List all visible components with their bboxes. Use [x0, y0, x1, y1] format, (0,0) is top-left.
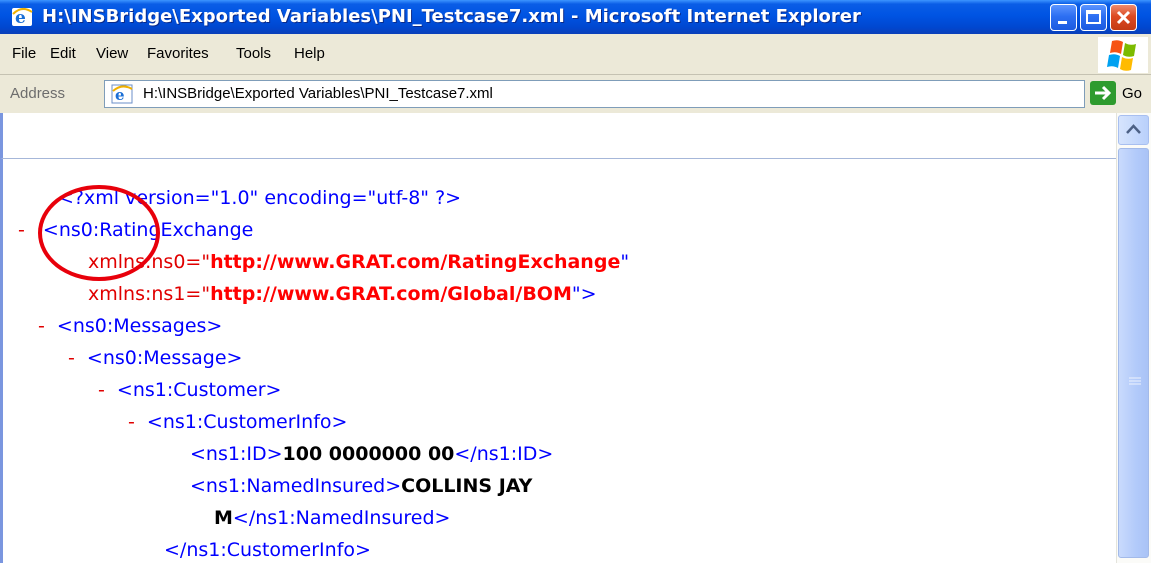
- id-line: <ns1:ID>100 0000000 00</ns1:ID>: [190, 441, 553, 467]
- named-open-tag: <ns1:NamedInsured>: [190, 475, 402, 497]
- ns1-attr-value: http://www.GRAT.com/Global/BOM: [210, 283, 572, 305]
- address-input[interactable]: H:\INSBridge\Exported Variables\PNI_Test…: [143, 85, 493, 103]
- customerinfo-open-tag: <ns1:CustomerInfo>: [146, 411, 348, 433]
- menu-file[interactable]: File: [12, 45, 36, 63]
- named-value-2: M: [214, 507, 233, 529]
- annotation-circle: [38, 185, 160, 281]
- id-close-tag: </ns1:ID>: [454, 443, 554, 465]
- collapse-marker[interactable]: -: [18, 219, 25, 241]
- menu-favorites[interactable]: Favorites: [147, 45, 209, 63]
- windows-logo: [1098, 37, 1148, 73]
- ie-icon: e: [12, 8, 33, 28]
- ns0-attribute: xmlns:ns0="http://www.GRAT.com/RatingExc…: [88, 249, 629, 275]
- menu-help[interactable]: Help: [294, 45, 325, 63]
- menu-view[interactable]: View: [96, 45, 128, 63]
- ns1-attr-close: ">: [571, 283, 597, 305]
- named-value-1: COLLINS JAY: [401, 475, 533, 497]
- close-button[interactable]: [1110, 4, 1137, 31]
- named-insured-line: <ns1:NamedInsured>COLLINS JAY: [190, 473, 532, 499]
- page-icon: e: [111, 84, 133, 104]
- id-open-tag: <ns1:ID>: [190, 443, 283, 465]
- ns1-attr-name: xmlns:ns1=": [88, 283, 211, 305]
- go-button[interactable]: Go: [1090, 81, 1148, 107]
- grip-icon: [1129, 377, 1141, 385]
- minimize-button[interactable]: [1050, 4, 1077, 31]
- collapse-marker[interactable]: -: [68, 347, 75, 369]
- content-top: [0, 113, 1116, 158]
- menu-edit[interactable]: Edit: [50, 45, 76, 63]
- ie-window: e H:\INSBridge\Exported Variables\PNI_Te…: [0, 0, 1151, 563]
- collapse-marker[interactable]: -: [38, 315, 45, 337]
- messages-line: - <ns0:Messages>: [38, 313, 222, 339]
- address-label: Address: [10, 85, 66, 102]
- address-field[interactable]: e H:\INSBridge\Exported Variables\PNI_Te…: [104, 80, 1085, 108]
- ns1-attribute: xmlns:ns1="http://www.GRAT.com/Global/BO…: [88, 281, 597, 307]
- message-open-tag: <ns0:Message>: [86, 347, 243, 369]
- close-icon: [1116, 10, 1131, 25]
- message-line: - <ns0:Message>: [68, 345, 242, 371]
- window-title: H:\INSBridge\Exported Variables\PNI_Test…: [42, 6, 861, 27]
- id-value: 100 0000000 00: [282, 443, 455, 465]
- messages-open-tag: <ns0:Messages>: [56, 315, 223, 337]
- ns0-attr-value: http://www.GRAT.com/RatingExchange: [210, 251, 621, 273]
- menu-tools[interactable]: Tools: [236, 45, 271, 63]
- go-arrow-icon: [1090, 81, 1116, 105]
- customer-line: - <ns1:Customer>: [98, 377, 281, 403]
- menu-bar: File Edit View Favorites Tools Help: [0, 34, 1151, 75]
- go-label: Go: [1122, 85, 1143, 102]
- named-close-tag: </ns1:NamedInsured>: [232, 507, 451, 529]
- address-bar: Address e H:\INSBridge\Exported Variable…: [0, 75, 1151, 114]
- vertical-scrollbar[interactable]: [1116, 113, 1151, 563]
- minimize-icon: [1058, 21, 1067, 24]
- named-insured-line-2: M</ns1:NamedInsured>: [214, 505, 450, 531]
- customerinfo-close-tag: </ns1:CustomerInfo>: [164, 539, 371, 561]
- collapse-marker[interactable]: -: [128, 411, 135, 433]
- title-bar[interactable]: e H:\INSBridge\Exported Variables\PNI_Te…: [0, 0, 1151, 34]
- customer-open-tag: <ns1:Customer>: [116, 379, 282, 401]
- maximize-icon: [1086, 10, 1101, 24]
- collapse-marker[interactable]: -: [98, 379, 105, 401]
- ns0-attr-close: ": [620, 251, 630, 273]
- chevron-up-icon: [1126, 124, 1141, 134]
- maximize-button[interactable]: [1080, 4, 1107, 31]
- customerinfo-line: - <ns1:CustomerInfo>: [128, 409, 347, 435]
- scroll-thumb[interactable]: [1118, 148, 1149, 558]
- scroll-up-button[interactable]: [1118, 115, 1149, 145]
